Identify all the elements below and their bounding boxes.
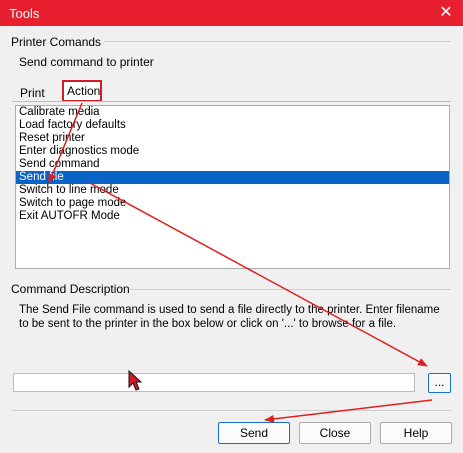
tab-strip-line [12, 101, 451, 102]
command-description-label: Command Description [11, 282, 130, 296]
title-bar: Tools ✕ [0, 0, 463, 26]
list-item-send-file[interactable]: Send file [16, 171, 449, 184]
send-button[interactable]: Send [218, 422, 290, 444]
action-listbox[interactable]: Calibrate media Load factory defaults Re… [15, 105, 450, 269]
window-title: Tools [9, 6, 40, 21]
list-item-calibrate-media[interactable]: Calibrate media [16, 106, 449, 119]
list-item-load-factory-defaults[interactable]: Load factory defaults [16, 119, 449, 132]
close-button[interactable]: Close [299, 422, 371, 444]
printer-commands-divider [104, 41, 451, 42]
button-row-divider [12, 410, 451, 411]
list-item-enter-diagnostics-mode[interactable]: Enter diagnostics mode [16, 145, 449, 158]
list-item-switch-to-page-mode[interactable]: Switch to page mode [16, 197, 449, 210]
printer-commands-subtitle: Send command to printer [19, 55, 154, 69]
list-item-switch-to-line-mode[interactable]: Switch to line mode [16, 184, 449, 197]
help-button[interactable]: Help [380, 422, 452, 444]
browse-button[interactable]: ... [428, 373, 451, 393]
printer-commands-label: Printer Comands [11, 35, 102, 49]
tab-action-label: Action [67, 84, 101, 98]
list-item-reset-printer[interactable]: Reset printer [16, 132, 449, 145]
tab-action[interactable]: Action [62, 80, 102, 102]
close-icon[interactable]: ✕ [435, 2, 457, 24]
command-description-divider [130, 289, 451, 290]
tab-print[interactable]: Print [16, 84, 49, 102]
list-item-send-command[interactable]: Send command [16, 158, 449, 171]
list-item-exit-autofr-mode[interactable]: Exit AUTOFR Mode [16, 210, 449, 223]
filename-input[interactable] [13, 373, 415, 392]
command-description-text: The Send File command is used to send a … [19, 304, 440, 330]
